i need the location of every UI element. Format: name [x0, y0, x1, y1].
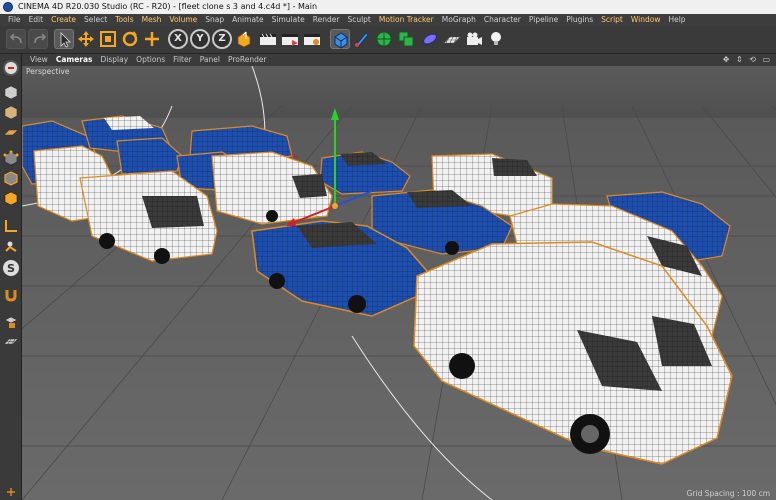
- cinema4d-window: CINEMA 4D R20.030 Studio (RC - R20) - [f…: [0, 0, 776, 500]
- axis-mode-icon[interactable]: [3, 218, 19, 234]
- white-van: [211, 151, 333, 225]
- snap-icon[interactable]: [3, 286, 19, 302]
- edit-render-settings-icon[interactable]: [302, 29, 322, 49]
- pen-spline-icon[interactable]: [352, 29, 372, 49]
- window-title: CINEMA 4D R20.030 Studio (RC - R20) - [f…: [18, 2, 318, 11]
- workplane-icon[interactable]: [3, 124, 19, 140]
- cube-primitive-icon[interactable]: [330, 29, 350, 49]
- polygons-mode-icon[interactable]: [3, 190, 19, 206]
- menu-tools[interactable]: Tools: [111, 14, 137, 26]
- camera-icon[interactable]: [464, 29, 484, 49]
- menu-motion-tracker[interactable]: Motion Tracker: [375, 14, 438, 26]
- viewport-menu-view[interactable]: View: [26, 54, 52, 66]
- render-active-view-icon[interactable]: [258, 29, 278, 49]
- blue-car: [116, 137, 183, 175]
- viewport-menu-cameras[interactable]: Cameras: [52, 54, 97, 66]
- menu-mesh[interactable]: Mesh: [138, 14, 166, 26]
- tweak-mode-icon[interactable]: [3, 238, 19, 254]
- menu-snap[interactable]: Snap: [201, 14, 228, 26]
- y-axis-lock-icon[interactable]: Y: [190, 29, 210, 49]
- menu-select[interactable]: Select: [80, 14, 111, 26]
- viewport-menu-panel[interactable]: Panel: [196, 54, 224, 66]
- main-menu-bar: File Edit Create Select Tools Mesh Volum…: [0, 14, 776, 26]
- viewport-menu-options[interactable]: Options: [132, 54, 169, 66]
- make-editable-icon[interactable]: [3, 60, 19, 76]
- blue-car: [319, 151, 411, 195]
- viewport-menu-bar: View Cameras Display Options Filter Pane…: [22, 54, 776, 66]
- menu-volume[interactable]: Volume: [165, 14, 201, 26]
- menu-pipeline[interactable]: Pipeline: [525, 14, 562, 26]
- title-bar: CINEMA 4D R20.030 Studio (RC - R20) - [f…: [0, 0, 776, 14]
- menu-mograph[interactable]: MoGraph: [438, 14, 480, 26]
- coordinate-system-icon[interactable]: [234, 29, 254, 49]
- solo-icon[interactable]: S: [3, 260, 19, 276]
- menu-file[interactable]: File: [4, 14, 25, 26]
- redo-icon[interactable]: [28, 29, 48, 49]
- view-name-label: Perspective: [26, 67, 70, 76]
- z-axis-lock-icon[interactable]: Z: [212, 29, 232, 49]
- menu-edit[interactable]: Edit: [25, 14, 48, 26]
- workplane-grid-icon[interactable]: [3, 334, 19, 350]
- floor-icon[interactable]: [442, 29, 462, 49]
- menu-help[interactable]: Help: [664, 14, 689, 26]
- array-generator-icon[interactable]: [396, 29, 416, 49]
- menu-render[interactable]: Render: [309, 14, 344, 26]
- menu-create[interactable]: Create: [47, 14, 80, 26]
- planar-workplane-icon[interactable]: [3, 484, 19, 500]
- move-icon[interactable]: [76, 29, 96, 49]
- menu-window[interactable]: Window: [627, 14, 665, 26]
- grid-spacing-label: Grid Spacing : 100 cm: [686, 489, 770, 498]
- viewport-menu-display[interactable]: Display: [97, 54, 133, 66]
- live-selection-icon[interactable]: [54, 29, 74, 49]
- edges-mode-icon[interactable]: [3, 170, 19, 186]
- scale-icon[interactable]: [98, 29, 118, 49]
- x-axis-lock-icon[interactable]: X: [168, 29, 188, 49]
- scene-render: [22, 66, 776, 500]
- subdivision-icon[interactable]: [374, 29, 394, 49]
- viewport-menu-filter[interactable]: Filter: [169, 54, 196, 66]
- menu-plugins[interactable]: Plugins: [562, 14, 597, 26]
- perspective-viewport[interactable]: Perspective Grid Spacing : 100 cm: [22, 66, 776, 500]
- svg-text:S: S: [7, 262, 15, 275]
- menu-character[interactable]: Character: [480, 14, 525, 26]
- recent-tool-icon[interactable]: [142, 29, 162, 49]
- rotate-icon[interactable]: [120, 29, 140, 49]
- menu-animate[interactable]: Animate: [228, 14, 267, 26]
- cinema4d-logo-icon: [3, 2, 13, 12]
- lock-workplane-icon[interactable]: [3, 314, 19, 330]
- deformer-icon[interactable]: [420, 29, 440, 49]
- points-mode-icon[interactable]: [3, 150, 19, 166]
- undo-icon[interactable]: [6, 29, 26, 49]
- viewport-menu-prorender[interactable]: ProRender: [224, 54, 271, 66]
- texture-mode-icon[interactable]: [3, 104, 19, 120]
- light-icon[interactable]: [486, 29, 506, 49]
- command-toolbar: X Y Z: [0, 26, 776, 54]
- mode-palette: S: [0, 54, 22, 500]
- menu-simulate[interactable]: Simulate: [268, 14, 309, 26]
- menu-script[interactable]: Script: [597, 14, 627, 26]
- render-to-picture-viewer-icon[interactable]: [280, 29, 300, 49]
- model-mode-icon[interactable]: [3, 84, 19, 100]
- viewport-navigation-icons[interactable]: ✥ ⇕ ⟲ ▭: [723, 55, 772, 64]
- menu-sculpt[interactable]: Sculpt: [343, 14, 374, 26]
